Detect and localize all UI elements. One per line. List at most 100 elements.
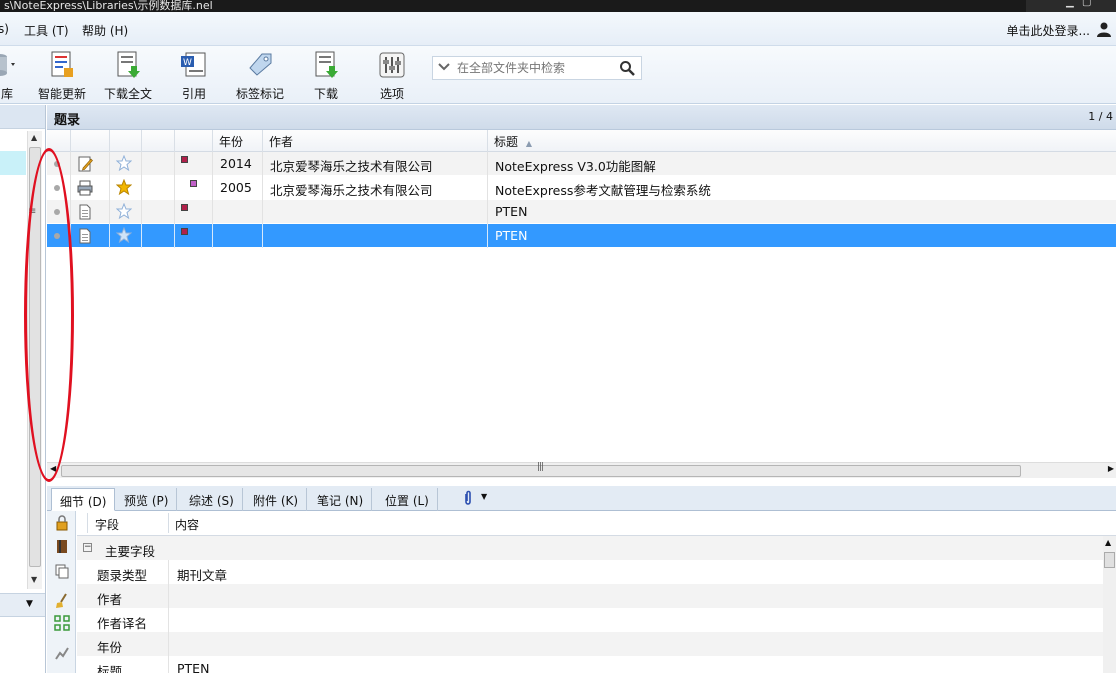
chevron-down-icon[interactable]: [437, 60, 451, 74]
table-row[interactable]: 2014 北京爱琴海乐之技术有限公司 NoteExpress V3.0功能图解: [47, 152, 1116, 176]
menu-item-partial[interactable]: s): [0, 22, 9, 36]
download-label: 下载: [313, 87, 338, 101]
star-outline-icon[interactable]: [116, 155, 132, 171]
paperclip-icon[interactable]: [463, 490, 473, 506]
tab-preview[interactable]: 预览 (P): [116, 488, 178, 511]
cell-title: PTEN: [495, 228, 528, 243]
smart-update-label: 智能更新: [37, 87, 86, 101]
maximize-icon[interactable]: ▢: [1082, 0, 1091, 8]
detail-field-row[interactable]: 题录类型 期刊文章: [77, 560, 1116, 584]
smart-update-icon: [51, 51, 73, 77]
col-star[interactable]: [110, 130, 142, 152]
col-content[interactable]: 内容: [175, 516, 199, 533]
cite-button[interactable]: W 引用: [176, 50, 212, 101]
star-outline-icon[interactable]: [116, 203, 132, 219]
chart-icon[interactable]: [54, 645, 70, 661]
cell-year: [213, 200, 227, 224]
scroll-up-icon[interactable]: ▲: [31, 133, 37, 142]
table-row[interactable]: 2005 北京爱琴海乐之技术有限公司 NoteExpress参考文献管理与检索系统: [47, 176, 1116, 200]
col-author[interactable]: 作者: [263, 130, 488, 152]
col-blank[interactable]: [142, 130, 175, 152]
cell-divider: [70, 176, 71, 200]
color-flag-marker[interactable]: [181, 228, 188, 235]
document-icon: [79, 204, 91, 220]
detail-field-row[interactable]: 年份: [77, 632, 1116, 656]
selected-folder[interactable]: [0, 151, 26, 175]
cell-divider: [109, 152, 110, 176]
column-divider: [168, 513, 169, 533]
lock-icon[interactable]: [54, 515, 70, 531]
col-field[interactable]: 字段: [95, 516, 119, 533]
cell-divider: [141, 176, 142, 200]
records-header: 题录 1 / 4: [47, 105, 1116, 130]
detail-scrollbar[interactable]: ▲: [1103, 536, 1116, 673]
star-filled-icon[interactable]: [116, 179, 132, 195]
broom-icon[interactable]: [54, 593, 70, 609]
search-input[interactable]: [457, 59, 607, 77]
options-button[interactable]: 选项: [376, 50, 408, 101]
cell-divider: [174, 224, 175, 248]
cell-title: NoteExpress参考文献管理与检索系统: [495, 183, 711, 198]
menu-item-tools[interactable]: 工具 (T): [24, 22, 69, 39]
color-flag-marker[interactable]: [181, 156, 188, 163]
chevron-down-icon[interactable]: ▼: [481, 492, 487, 501]
column-divider: [87, 513, 88, 533]
cell-divider: [174, 152, 175, 176]
download-button[interactable]: 下载: [310, 50, 342, 101]
detail-group-row[interactable]: − 主要字段: [77, 536, 1116, 560]
collapse-icon[interactable]: −: [83, 543, 92, 552]
smart-update-button[interactable]: 智能更新: [36, 50, 88, 101]
cell-divider: [141, 200, 142, 224]
tag-mark-button[interactable]: 标签标记: [234, 50, 286, 101]
user-icon[interactable]: [1096, 21, 1112, 37]
detail-scroll-thumb[interactable]: [1104, 552, 1115, 568]
star-outline-icon[interactable]: [116, 227, 132, 243]
tab-details[interactable]: 细节 (D): [51, 488, 116, 511]
library-button[interactable]: 库: [0, 50, 22, 101]
download-fulltext-button[interactable]: 下载全文: [102, 50, 154, 101]
color-flag-marker[interactable]: [181, 204, 188, 211]
col-flag[interactable]: [175, 130, 213, 152]
folder-pane-footer[interactable]: ▼: [0, 593, 45, 617]
tag-icon: [249, 53, 272, 76]
detail-field-row[interactable]: 作者: [77, 584, 1116, 608]
col-title[interactable]: 标题 ▲: [488, 130, 1116, 152]
download-fulltext-icon: [117, 51, 140, 78]
col-title-label: 标题: [494, 135, 519, 149]
col-type[interactable]: [71, 130, 110, 152]
tab-location[interactable]: 位置 (L): [377, 488, 438, 511]
col-year[interactable]: 年份: [213, 130, 263, 152]
grid-icon[interactable]: [54, 615, 70, 631]
records-column-header: 年份 作者 标题 ▲: [47, 130, 1116, 152]
scroll-right-icon[interactable]: ▶: [1108, 464, 1114, 473]
cell-title: NoteExpress V3.0功能图解: [495, 159, 656, 174]
tab-attachments[interactable]: 附件 (K): [245, 488, 308, 511]
field-divider: [168, 656, 169, 673]
cell-divider: [109, 200, 110, 224]
book-icon[interactable]: [54, 538, 70, 554]
detail-field-row[interactable]: 标题 PTEN: [77, 656, 1116, 673]
color-flag-marker[interactable]: [190, 180, 197, 187]
menu-item-help[interactable]: 帮助 (H): [82, 22, 128, 39]
login-link[interactable]: 单击此处登录...: [1007, 22, 1090, 39]
edit-note-icon: [78, 156, 93, 172]
scroll-up-icon[interactable]: ▲: [1105, 538, 1111, 547]
detail-side-toolbar: [47, 511, 76, 673]
copy-icon[interactable]: [54, 563, 70, 579]
detail-field-value[interactable]: 期刊文章: [177, 565, 227, 584]
cell-year: 2005: [220, 180, 252, 195]
records-hscrollbar[interactable]: ◀ ||| ▶: [47, 462, 1116, 478]
cell-author: 北京爱琴海乐之技术有限公司: [270, 159, 433, 174]
tab-summary[interactable]: 综述 (S): [181, 488, 243, 511]
tab-notes[interactable]: 笔记 (N): [309, 488, 373, 511]
detail-field-value[interactable]: PTEN: [177, 661, 209, 673]
detail-field-row[interactable]: 作者译名: [77, 608, 1116, 632]
minimize-icon[interactable]: ▁: [1066, 0, 1074, 8]
table-row[interactable]: PTEN: [47, 224, 1116, 248]
search-icon[interactable]: [619, 60, 635, 76]
chevron-down-icon[interactable]: ▼: [26, 599, 33, 609]
window-controls[interactable]: ▁ ▢: [1026, 0, 1116, 12]
scroll-down-icon[interactable]: ▼: [31, 575, 37, 584]
table-row[interactable]: PTEN: [47, 200, 1116, 224]
cell-year: [213, 224, 227, 248]
